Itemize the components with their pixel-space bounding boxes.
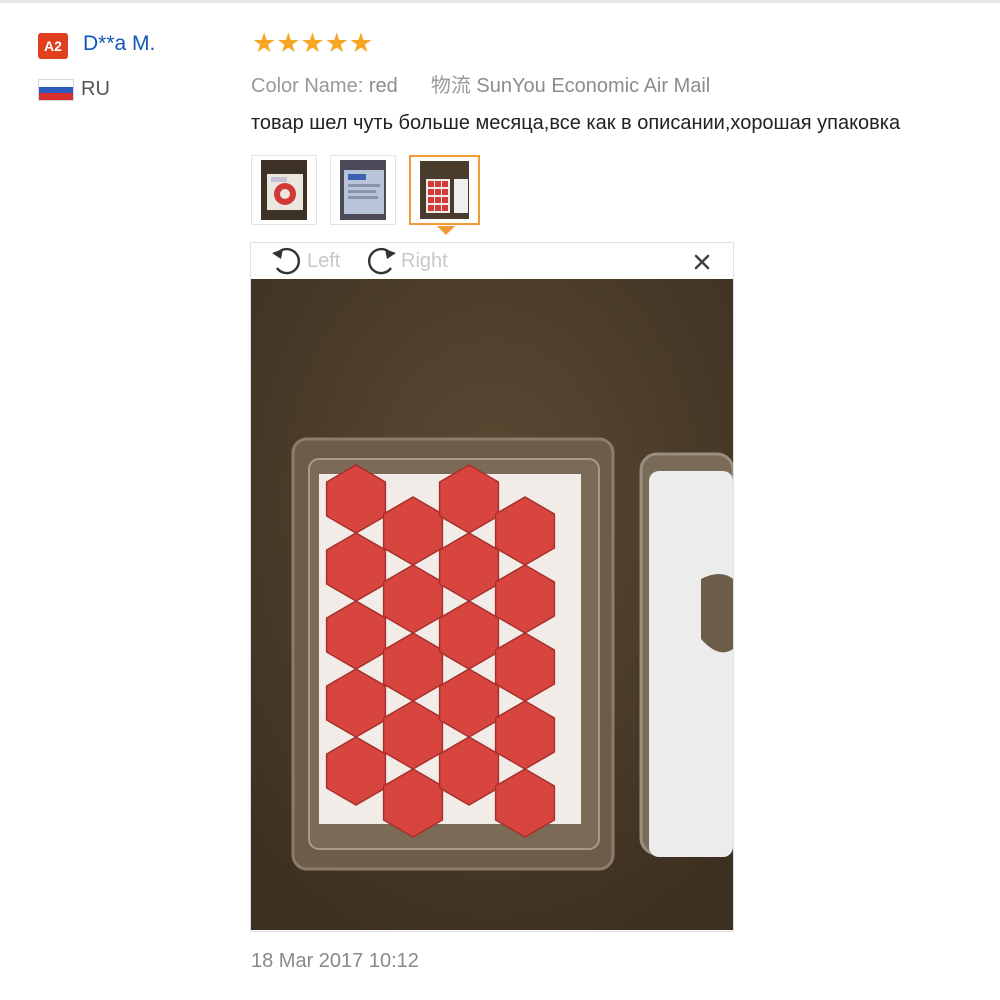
review-thumbnail-1[interactable] bbox=[251, 155, 317, 225]
color-label: Color Name: bbox=[251, 75, 364, 97]
viewer-toolbar: Left Right bbox=[251, 243, 733, 279]
thumbnail-image bbox=[420, 161, 469, 219]
reviewer-country: RU bbox=[81, 78, 110, 100]
red-cap-grid bbox=[325, 464, 556, 838]
rotate-right-label: Right bbox=[401, 249, 448, 272]
thumbnail-image bbox=[340, 160, 386, 220]
country-flag-icon bbox=[38, 79, 74, 101]
close-icon bbox=[694, 254, 710, 270]
rotate-right-button[interactable]: Right bbox=[363, 246, 448, 276]
rotate-right-icon bbox=[368, 247, 396, 275]
rating-stars: ★★★★★ bbox=[252, 28, 374, 58]
rotate-left-button[interactable]: Left bbox=[269, 246, 340, 276]
review-date: 18 Mar 2017 10:12 bbox=[251, 950, 419, 972]
thumbnail-image bbox=[261, 160, 307, 220]
review-text: товар шел чуть больше месяца,все как в о… bbox=[251, 112, 901, 134]
image-viewer: Left Right bbox=[250, 242, 734, 932]
order-attributes: Color Name: red 物流 SunYou Economic Air M… bbox=[251, 69, 710, 98]
rotate-left-label: Left bbox=[307, 249, 341, 272]
review-thumbnail-3[interactable] bbox=[409, 155, 480, 225]
close-viewer-button[interactable] bbox=[691, 251, 713, 273]
buyer-level-badge: A2 bbox=[38, 33, 68, 59]
review-thumbnail-2[interactable] bbox=[330, 155, 396, 225]
shipping-value: SunYou Economic Air Mail bbox=[476, 75, 711, 97]
review-photo[interactable] bbox=[251, 279, 733, 930]
active-thumbnail-pointer bbox=[437, 226, 455, 235]
color-value: red bbox=[368, 75, 398, 97]
reviewer-name[interactable]: D**a M. bbox=[83, 32, 155, 56]
top-divider bbox=[0, 0, 1000, 3]
rotate-left-icon bbox=[272, 247, 300, 275]
shipping-label: 物流 bbox=[430, 75, 471, 97]
